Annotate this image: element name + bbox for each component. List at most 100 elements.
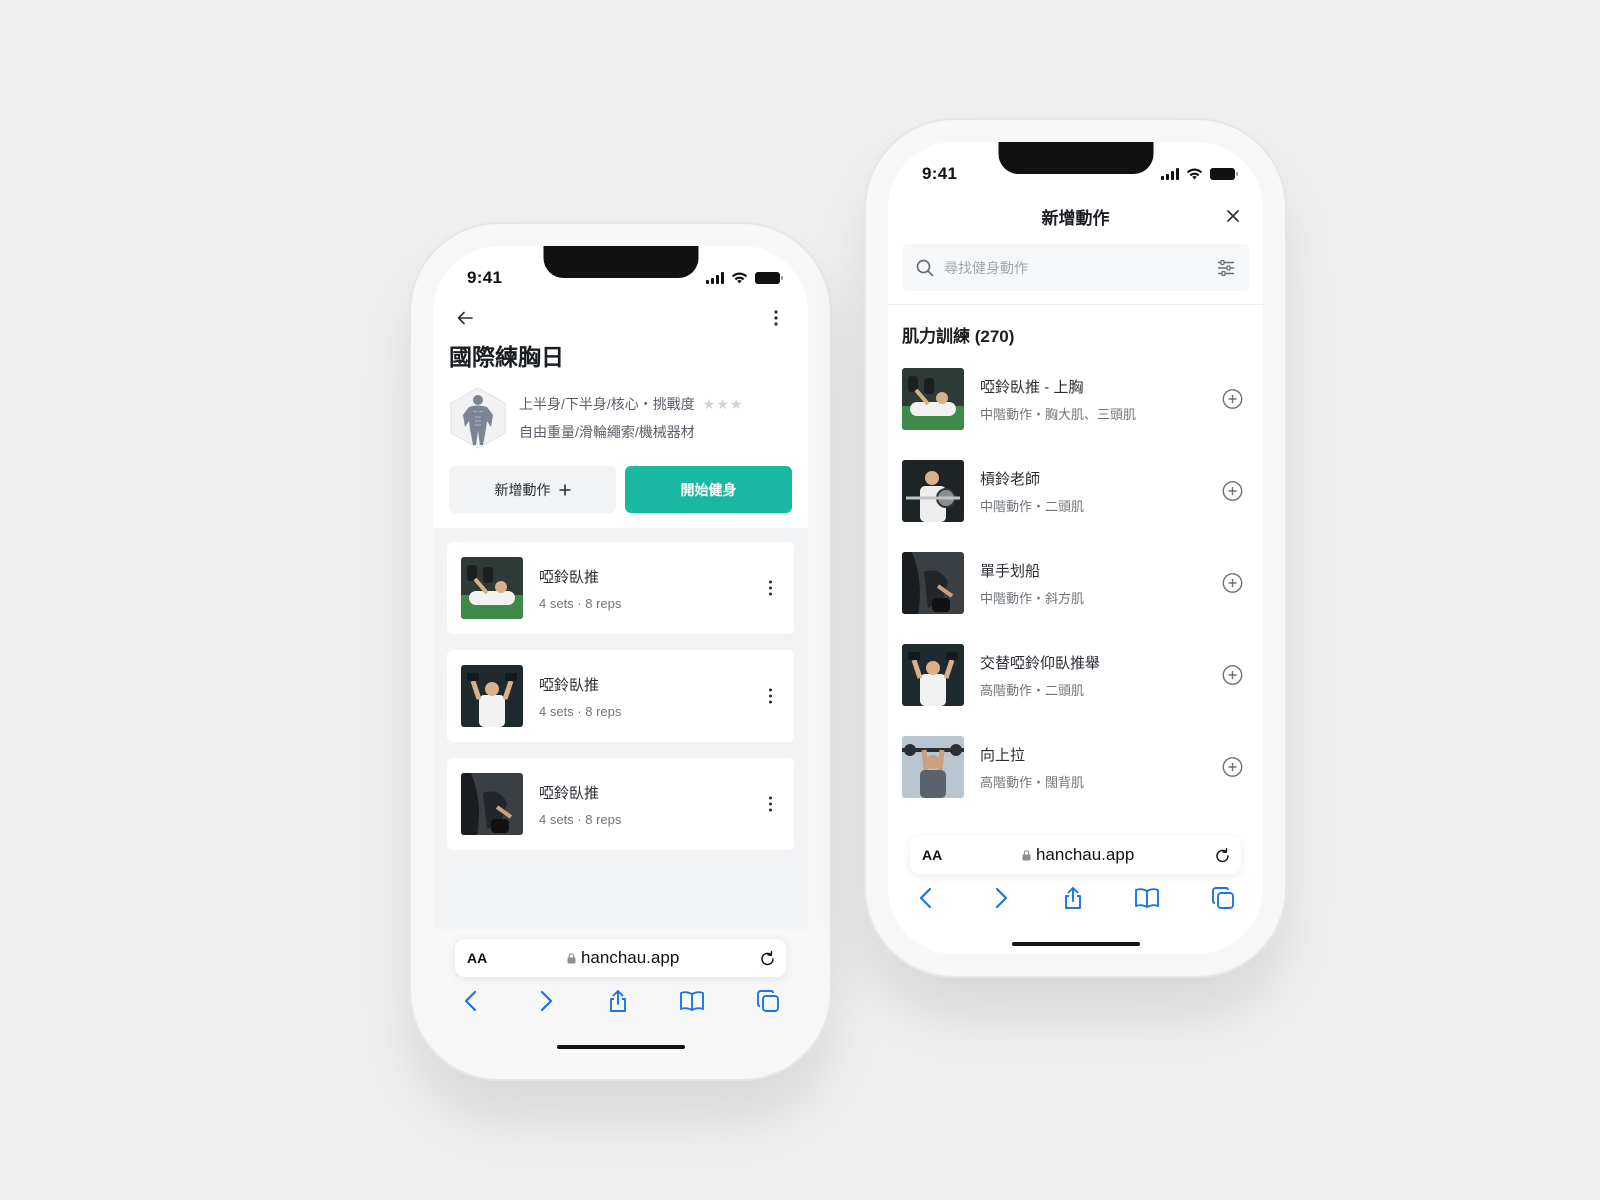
add-exercise-button[interactable]: 新增動作 bbox=[449, 466, 616, 513]
share-icon[interactable] bbox=[607, 989, 629, 1013]
add-exercise-label: 新增動作 bbox=[494, 481, 551, 498]
workout-name: 啞鈴臥推 bbox=[539, 784, 600, 802]
star-icon: ★ bbox=[716, 395, 729, 412]
exercise-meta: 高階動作・二頭肌 bbox=[980, 682, 1085, 698]
text-size-button[interactable]: AA bbox=[922, 847, 942, 863]
right-phone-screen: 9:41 新增動作 肌力訓練 (270) bbox=[888, 142, 1263, 954]
tabs-icon[interactable] bbox=[756, 989, 780, 1013]
section-title: 肌力訓練 (270) bbox=[902, 327, 1015, 346]
workout-sets-reps: 4 sets · 8 reps bbox=[539, 811, 622, 827]
modal-title: 新增動作 bbox=[1041, 208, 1110, 228]
exercise-list-item[interactable]: 槓鈴老師 中階動作・二頭肌 bbox=[902, 460, 1249, 522]
exercise-list-item[interactable]: 單手划船 中階動作・斜方肌 bbox=[902, 552, 1249, 614]
browser-forward-icon[interactable] bbox=[989, 886, 1011, 910]
exercise-thumbnail bbox=[902, 460, 964, 522]
browser-back-icon[interactable] bbox=[461, 989, 483, 1013]
workout-sets-reps: 4 sets · 8 reps bbox=[539, 595, 622, 611]
muscle-body-icon bbox=[450, 387, 506, 449]
exercise-thumbnail bbox=[461, 665, 523, 727]
more-vertical-icon[interactable] bbox=[762, 304, 790, 332]
workout-card[interactable]: 啞鈴臥推 4 sets · 8 reps bbox=[447, 542, 794, 634]
workout-card[interactable]: 啞鈴臥推 4 sets · 8 reps bbox=[447, 758, 794, 850]
add-circle-icon[interactable] bbox=[1222, 389, 1243, 410]
share-icon[interactable] bbox=[1062, 886, 1084, 910]
exercise-list-item[interactable]: 交替啞鈴仰臥推舉 高階動作・二頭肌 bbox=[902, 644, 1249, 706]
text-size-button[interactable]: AA bbox=[467, 950, 487, 966]
action-row: 新增動作 開始健身 bbox=[449, 466, 792, 513]
lock-icon bbox=[567, 952, 576, 963]
safari-bottom-bar: AA hanchau.app bbox=[888, 826, 1263, 954]
bookmarks-icon[interactable] bbox=[1134, 886, 1160, 910]
home-indicator bbox=[1011, 942, 1140, 946]
add-circle-icon[interactable] bbox=[1222, 757, 1243, 778]
close-icon[interactable] bbox=[1219, 202, 1247, 230]
url-text: hanchau.app bbox=[580, 948, 680, 967]
reload-icon[interactable] bbox=[1214, 847, 1231, 864]
wifi-icon bbox=[731, 272, 748, 284]
cellular-signal-icon bbox=[706, 272, 724, 284]
top-nav bbox=[433, 300, 808, 336]
battery-icon bbox=[755, 272, 783, 284]
more-vertical-icon[interactable] bbox=[765, 577, 776, 600]
difficulty-stars: ★ ★ ★ bbox=[703, 396, 743, 413]
search-input[interactable] bbox=[944, 259, 1217, 276]
plan-categories-label: 上半身/下半身/核心・挑戰度 bbox=[519, 396, 695, 412]
star-icon: ★ bbox=[729, 395, 743, 412]
back-arrow-icon[interactable] bbox=[451, 304, 479, 332]
url-bar[interactable]: AA hanchau.app bbox=[455, 939, 786, 977]
browser-back-icon[interactable] bbox=[916, 886, 938, 910]
exercise-thumbnail bbox=[902, 644, 964, 706]
exercise-meta: 中階動作・斜方肌 bbox=[980, 590, 1085, 606]
workout-list: 啞鈴臥推 4 sets · 8 reps 啞鈴臥推 4 sets · 8 rep… bbox=[447, 542, 794, 850]
add-circle-icon[interactable] bbox=[1222, 481, 1243, 502]
divider bbox=[888, 304, 1263, 305]
right-phone-frame: 9:41 新增動作 肌力訓練 (270) bbox=[864, 118, 1287, 978]
bookmarks-icon[interactable] bbox=[679, 989, 705, 1013]
browser-toolbar bbox=[449, 989, 792, 1019]
url-display[interactable]: hanchau.app bbox=[1022, 845, 1134, 865]
exercise-list: 啞鈴臥推 - 上胸 中階動作・胸大肌、三頭肌 槓鈴老師 中階動作・二頭肌 單手划… bbox=[902, 368, 1249, 798]
exercise-list-item[interactable]: 向上拉 高階動作・闊背肌 bbox=[902, 736, 1249, 798]
exercise-name: 單手划船 bbox=[980, 562, 1041, 580]
exercise-name: 槓鈴老師 bbox=[980, 470, 1041, 488]
start-workout-button[interactable]: 開始健身 bbox=[625, 466, 792, 513]
exercise-name: 向上拉 bbox=[980, 746, 1026, 764]
more-vertical-icon[interactable] bbox=[765, 685, 776, 708]
status-time: 9:41 bbox=[467, 268, 503, 287]
exercise-name: 交替啞鈴仰臥推舉 bbox=[980, 654, 1101, 672]
workout-name: 啞鈴臥推 bbox=[539, 676, 600, 694]
home-indicator bbox=[556, 1045, 685, 1049]
exercise-list-item[interactable]: 啞鈴臥推 - 上胸 中階動作・胸大肌、三頭肌 bbox=[902, 368, 1249, 430]
plan-categories: 上半身/下半身/核心・挑戰度 ★ ★ ★ bbox=[519, 394, 742, 414]
exercise-meta: 高階動作・闊背肌 bbox=[980, 774, 1085, 790]
add-circle-icon[interactable] bbox=[1222, 573, 1243, 594]
reload-icon[interactable] bbox=[759, 950, 776, 967]
search-box bbox=[902, 244, 1249, 291]
exercise-thumbnail bbox=[902, 552, 964, 614]
left-phone-frame: 9:41 國際練胸日 上半身/下半身/核心・挑戰度 ★ ★ ★ 自由重量/滑輪繩… bbox=[409, 222, 832, 1081]
exercise-thumbnail bbox=[461, 557, 523, 619]
battery-icon bbox=[1210, 168, 1238, 180]
workout-card[interactable]: 啞鈴臥推 4 sets · 8 reps bbox=[447, 650, 794, 742]
status-icons bbox=[706, 272, 783, 284]
star-icon: ★ bbox=[702, 395, 716, 412]
status-time: 9:41 bbox=[922, 164, 958, 183]
notch bbox=[543, 246, 698, 278]
add-circle-icon[interactable] bbox=[1222, 665, 1243, 686]
tabs-icon[interactable] bbox=[1211, 886, 1235, 910]
page-title: 國際練胸日 bbox=[449, 344, 564, 370]
exercise-meta: 中階動作・二頭肌 bbox=[980, 498, 1085, 514]
browser-forward-icon[interactable] bbox=[534, 989, 556, 1013]
url-display[interactable]: hanchau.app bbox=[567, 948, 679, 968]
url-bar[interactable]: AA hanchau.app bbox=[910, 836, 1241, 874]
exercise-thumbnail bbox=[461, 773, 523, 835]
more-vertical-icon[interactable] bbox=[765, 793, 776, 816]
exercise-name: 啞鈴臥推 - 上胸 bbox=[980, 378, 1084, 396]
plan-equipment: 自由重量/滑輪繩索/機械器材 bbox=[519, 424, 695, 440]
plan-info: 上半身/下半身/核心・挑戰度 ★ ★ ★ 自由重量/滑輪繩索/機械器材 bbox=[449, 386, 792, 450]
lock-icon bbox=[1022, 849, 1031, 860]
filter-sliders-icon[interactable] bbox=[1217, 259, 1235, 277]
plus-icon bbox=[559, 484, 570, 495]
browser-toolbar bbox=[904, 886, 1247, 916]
safari-bottom-bar: AA hanchau.app bbox=[433, 929, 808, 1057]
